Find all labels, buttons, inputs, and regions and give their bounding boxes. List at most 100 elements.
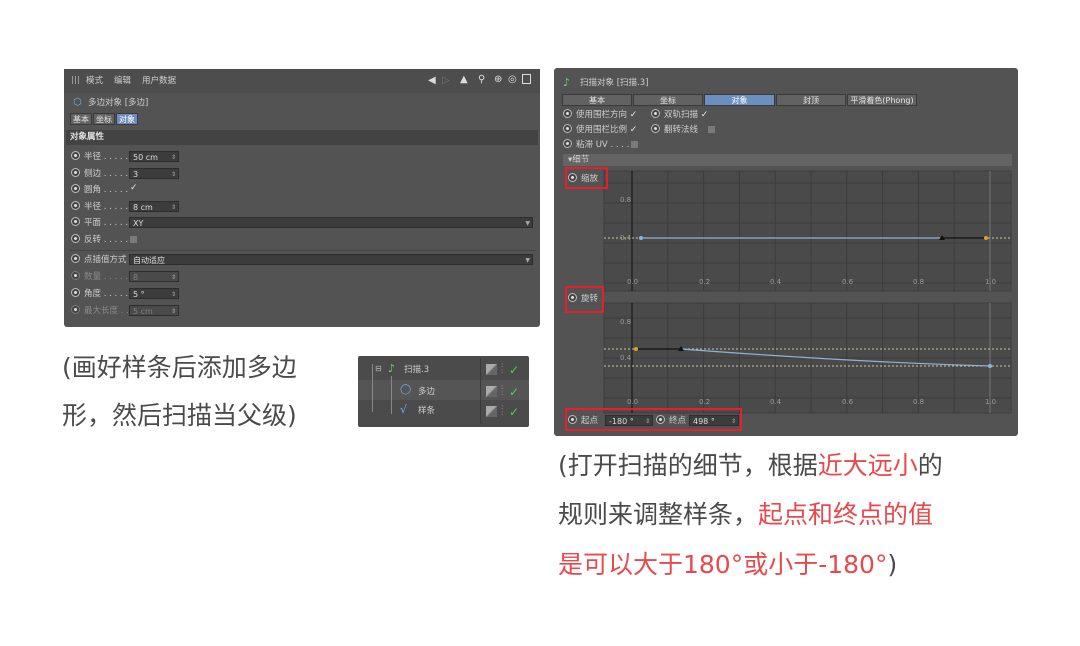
tree-divider <box>480 358 481 424</box>
dual-rail-row: 双轨扫描 ✓ <box>651 108 708 121</box>
forward-arrow-icon[interactable]: ▷ <box>442 75 450 86</box>
curve-point <box>984 236 988 240</box>
sweep-title: 扫描对象 [扫描.3] <box>580 78 649 88</box>
new-panel-icon[interactable] <box>522 74 531 84</box>
lock-icon[interactable]: ⊕ <box>494 74 502 85</box>
radio-icon[interactable] <box>71 184 80 193</box>
menu-user-data[interactable]: 用户数据 <box>142 75 176 88</box>
caption-left-line2: 形，然后扫描当父级) <box>62 401 297 430</box>
x-tick-label: 0.8 <box>913 278 925 286</box>
target-icon[interactable]: ◎ <box>508 74 517 85</box>
maxlen-field: 5 cm ⇕ <box>129 305 179 316</box>
menu-edit[interactable]: 编辑 <box>114 75 131 88</box>
sides-field[interactable]: 3 ⇕ <box>129 168 179 179</box>
sticky-uv-row: 粘滞 UV . . . . <box>563 138 629 151</box>
visibility-dots-icon[interactable]: :: <box>501 384 503 397</box>
plane-select[interactable]: XY ▼ <box>129 217 533 228</box>
object-tree: ⊟ ♪ 扫描.3 ◯ 多边 √ 样条 :: :: :: ✓ ✓ ✓ <box>358 356 529 427</box>
menu-bar: 模式 编辑 用户数据 ◀ ▷ ▲ ⚲ ⊕ ◎ <box>64 69 540 93</box>
visibility-dots-icon[interactable]: :: <box>501 404 503 417</box>
radio-icon[interactable] <box>71 217 80 226</box>
radio-icon <box>71 305 80 314</box>
radio-icon[interactable] <box>563 109 572 118</box>
caption-left-line1: (画好样条后添加多边 <box>62 353 297 382</box>
radio-icon[interactable] <box>71 201 80 210</box>
section-header <box>66 130 538 145</box>
radio-icon[interactable] <box>71 168 80 177</box>
tab-basic[interactable]: 基本 <box>562 94 632 106</box>
rail-scale-row: 使用围栏比例 ✓ <box>563 123 637 136</box>
caption-highlight-near-far: 近大远小 <box>817 451 918 480</box>
tab-object[interactable]: 对象 <box>116 113 138 125</box>
details-label[interactable]: ▾细节 <box>568 154 589 167</box>
enabled-check-icon[interactable]: ✓ <box>509 385 519 399</box>
tab-object[interactable]: 对象 <box>704 94 775 106</box>
x-tick-label: 0.0 <box>627 398 639 406</box>
curve-point <box>634 347 638 351</box>
fillet-radius-label: 半径 <box>84 202 102 212</box>
reverse-checkbox[interactable] <box>130 236 137 243</box>
fillet-radius-field[interactable]: 8 cm ⇕ <box>129 201 179 212</box>
tab-caps[interactable]: 封顶 <box>776 94 846 106</box>
reverse-label: 反转 <box>84 235 102 245</box>
count-field: 8 ⇕ <box>129 271 179 282</box>
layer-icon[interactable] <box>486 364 497 375</box>
caption-right-line3: 是可以大于180°或小于-180°) <box>558 550 898 579</box>
curve-point <box>639 236 643 240</box>
search-icon[interactable]: ⚲ <box>478 74 485 85</box>
radio-icon[interactable] <box>71 234 80 243</box>
sticky-uv-checkbox[interactable] <box>631 141 638 148</box>
tab-basic[interactable]: 基本 <box>70 113 92 125</box>
tab-coords[interactable]: 坐标 <box>633 94 703 106</box>
back-arrow-icon[interactable]: ◀ <box>428 75 436 86</box>
tree-item-sweep[interactable]: 扫描.3 <box>404 364 429 377</box>
divider <box>70 250 536 251</box>
flip-normals-checkbox[interactable] <box>708 126 715 133</box>
layer-icon[interactable] <box>486 386 497 397</box>
angle-field[interactable]: 5 ° ⇕ <box>129 288 179 299</box>
tab-phong[interactable]: 平滑着色(Phong) <box>847 94 917 106</box>
tree-line <box>372 364 373 412</box>
dropdown-arrow-icon: ▼ <box>525 257 530 264</box>
interp-select[interactable]: 自动适应 ▼ <box>129 254 533 265</box>
radius-field[interactable]: 50 cm ⇕ <box>129 151 179 162</box>
dropdown-arrow-icon: ▼ <box>525 220 530 227</box>
x-tick-label: 0.0 <box>627 278 639 286</box>
dual-rail-checkbox[interactable]: ✓ <box>701 110 709 120</box>
rail-direction-checkbox[interactable]: ✓ <box>630 110 638 120</box>
radio-icon[interactable] <box>71 288 80 297</box>
start-end-highlight-box <box>565 408 742 431</box>
grip-icon <box>72 76 80 84</box>
x-tick-label: 0.2 <box>699 398 711 406</box>
radio-icon[interactable] <box>563 124 572 133</box>
radio-icon[interactable] <box>651 109 660 118</box>
enabled-check-icon[interactable]: ✓ <box>509 405 519 419</box>
y-tick-label: 0.4 <box>620 354 632 362</box>
x-tick-label: 0.8 <box>913 398 925 406</box>
x-tick-label: 0.6 <box>842 398 854 406</box>
y-tick-label: 0.8 <box>620 318 632 326</box>
x-tick-label: 1.0 <box>985 398 997 406</box>
rail-scale-checkbox[interactable]: ✓ <box>630 125 638 135</box>
reverse-row: 反转 . . . . . <box>71 233 128 246</box>
tree-item-polygon[interactable]: 多边 <box>418 386 435 399</box>
tree-branch <box>391 376 392 414</box>
radio-icon[interactable] <box>563 139 572 148</box>
radius-label: 半径 <box>84 152 102 162</box>
enabled-check-icon[interactable]: ✓ <box>509 363 519 377</box>
details-header[interactable] <box>563 154 1012 166</box>
tree-item-spline[interactable]: 样条 <box>418 405 435 418</box>
radio-icon[interactable] <box>71 254 80 263</box>
menu-mode[interactable]: 模式 <box>86 75 103 88</box>
layer-icon[interactable] <box>486 406 497 417</box>
tab-coords[interactable]: 坐标 <box>93 113 115 125</box>
fillet-checkbox[interactable]: ✓ <box>130 183 138 193</box>
visibility-dots-icon[interactable]: :: <box>501 362 503 375</box>
radio-icon[interactable] <box>71 151 80 160</box>
radio-icon[interactable] <box>651 124 660 133</box>
cursor-up-icon[interactable]: ▲ <box>460 74 468 85</box>
circle-icon: ◯ <box>400 384 412 395</box>
expand-icon[interactable]: ⊟ <box>375 364 382 373</box>
fillet-row: 圆角 . . . . . <box>71 183 128 196</box>
sweep-icon: ♪ <box>388 362 396 375</box>
